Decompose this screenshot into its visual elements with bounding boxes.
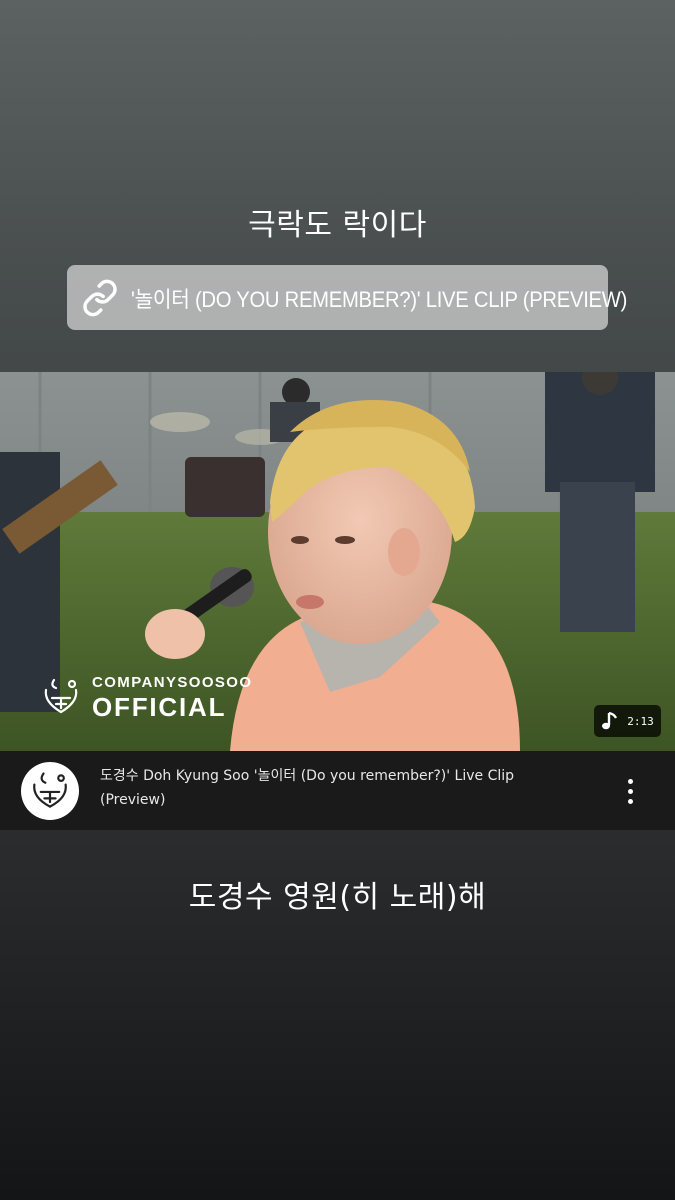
companysoosoo-logo-icon [36,672,86,722]
watermark-official: OFFICIAL [92,691,227,722]
video-duration: 2:13 [627,714,654,728]
youtube-video-card[interactable]: COMPANYSOOSOO OFFICIAL 2:13 도경수 Doh Kyun… [0,372,675,830]
video-info-bar: 도경수 Doh Kyung Soo '놀이터 (Do you remember?… [0,751,675,830]
video-title[interactable]: 도경수 Doh Kyung Soo '놀이터 (Do you remember?… [100,764,570,812]
link-icon [81,279,119,317]
video-thumbnail[interactable]: COMPANYSOOSOO OFFICIAL 2:13 [0,372,675,751]
story-caption-top: 극락도 락이다 [248,208,427,243]
music-note-icon [601,711,619,731]
channel-watermark: COMPANYSOOSOO OFFICIAL [36,672,252,722]
story-caption-bottom: 도경수 영원(히 노래)해 [188,880,487,915]
more-options-button[interactable] [615,773,645,809]
channel-logo-icon [33,772,67,808]
link-sticker-label: '놀이터 (DO YOU REMEMBER?)' LIVE CLIP (PREV… [131,286,628,312]
more-vertical-icon [627,778,633,784]
channel-avatar[interactable] [21,762,79,820]
link-sticker[interactable]: '놀이터 (DO YOU REMEMBER?)' LIVE CLIP (PREV… [67,265,627,330]
duration-badge: 2:13 [594,705,661,737]
watermark-company-name: COMPANYSOOSOO [92,673,253,691]
